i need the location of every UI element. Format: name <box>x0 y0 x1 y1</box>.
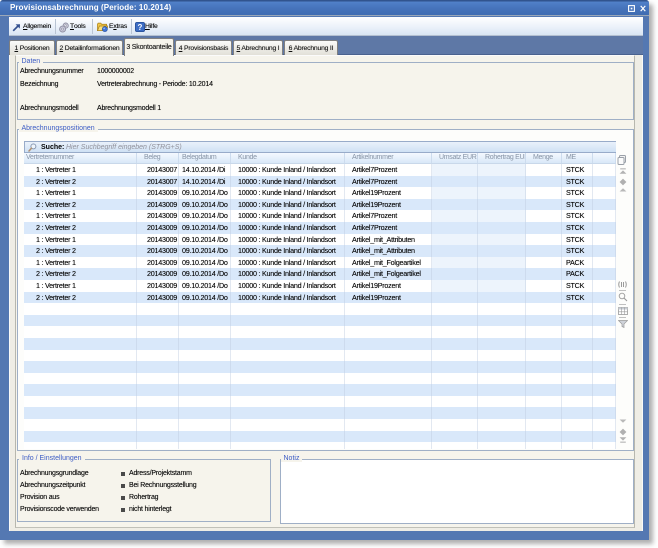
svg-text:?: ? <box>138 23 143 32</box>
